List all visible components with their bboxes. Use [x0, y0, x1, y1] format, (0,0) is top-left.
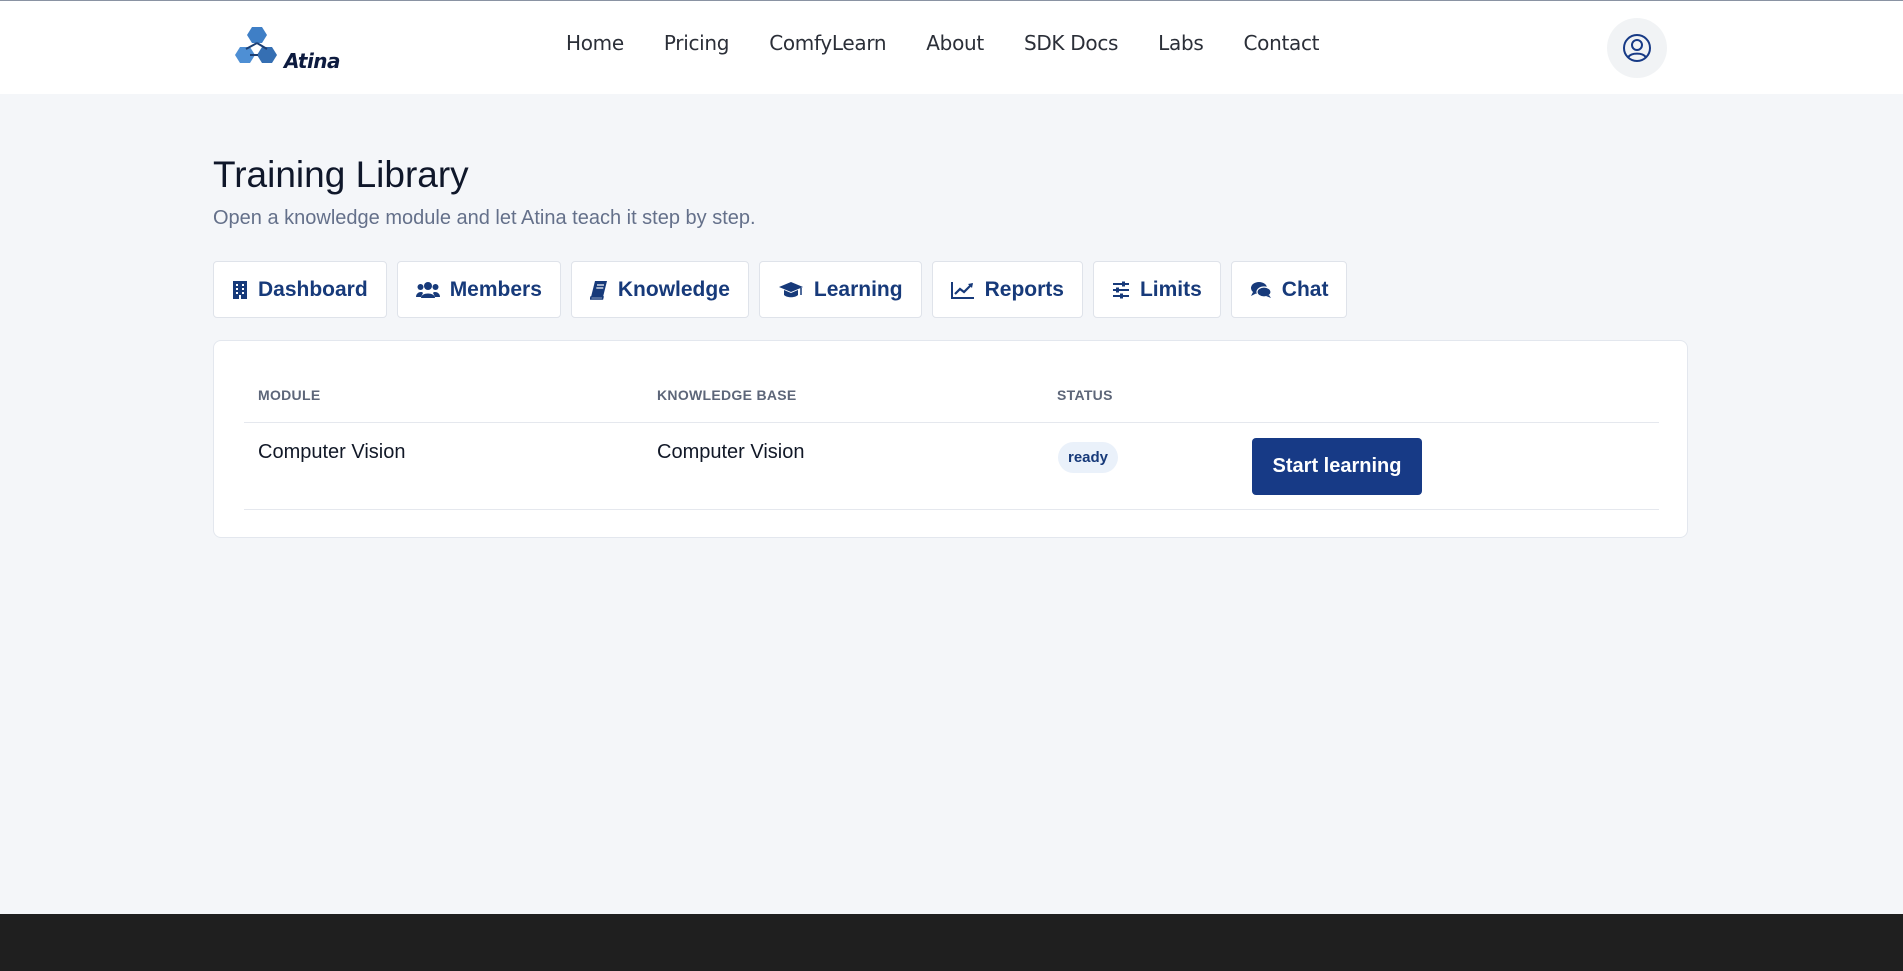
chat-bubbles-icon [1250, 281, 1272, 298]
tab-dashboard[interactable]: Dashboard [213, 261, 387, 318]
tab-members[interactable]: Members [396, 261, 561, 318]
tab-dashboard-label: Dashboard [258, 277, 368, 301]
main-nav: Home Pricing ComfyLearn About SDK Docs L… [566, 31, 1359, 55]
tab-members-label: Members [449, 277, 542, 301]
user-menu-button[interactable] [1607, 18, 1667, 78]
tab-learning[interactable]: Learning [758, 261, 922, 318]
cell-knowledge-base: Computer Vision [657, 441, 805, 463]
start-learning-button[interactable]: Start learning [1252, 438, 1422, 495]
top-navigation-bar: Atina Home Pricing ComfyLearn About SDK … [0, 0, 1903, 94]
tab-limits-label: Limits [1139, 277, 1202, 301]
logo-hexagons-icon [235, 27, 277, 63]
table-header: MODULE KNOWLEDGE BASE STATUS [244, 387, 1659, 423]
tab-chat-label: Chat [1281, 277, 1329, 301]
building-icon [233, 280, 247, 299]
line-chart-icon [950, 281, 974, 299]
nav-sdk-docs[interactable]: SDK Docs [1024, 31, 1119, 55]
users-icon [415, 281, 440, 298]
page-subtitle: Open a knowledge module and let Atina te… [213, 207, 756, 229]
page-footer [0, 914, 1903, 971]
nav-home[interactable]: Home [566, 31, 624, 55]
column-header-module: MODULE [258, 387, 321, 403]
page-title: Training Library [213, 154, 469, 195]
section-tabs: Dashboard Members Knowledge Learning Rep… [213, 261, 1348, 318]
book-icon [589, 280, 607, 300]
tab-limits[interactable]: Limits [1092, 261, 1221, 318]
nav-labs[interactable]: Labs [1158, 31, 1204, 55]
nav-about[interactable]: About [926, 31, 984, 55]
tab-learning-label: Learning [813, 277, 903, 301]
nav-comfylearn[interactable]: ComfyLearn [769, 31, 886, 55]
modules-table-card: MODULE KNOWLEDGE BASE STATUS Computer Vi… [213, 340, 1688, 538]
sliders-icon [1112, 281, 1129, 298]
nav-pricing[interactable]: Pricing [664, 31, 730, 55]
nav-contact[interactable]: Contact [1244, 31, 1320, 55]
logo-wordmark: Atina [284, 49, 341, 73]
column-header-knowledge-base: KNOWLEDGE BASE [657, 387, 797, 403]
tab-reports-label: Reports [984, 277, 1064, 301]
atina-logo[interactable]: Atina [232, 25, 344, 73]
user-circle-icon [1623, 34, 1651, 62]
tab-chat[interactable]: Chat [1230, 261, 1348, 318]
graduation-cap-icon [778, 281, 803, 297]
column-header-status: STATUS [1057, 387, 1113, 403]
table-row: Computer Vision Computer Vision ready St… [244, 423, 1659, 510]
tab-reports[interactable]: Reports [931, 261, 1083, 318]
tab-knowledge[interactable]: Knowledge [570, 261, 749, 318]
cell-module: Computer Vision [258, 441, 406, 463]
status-badge: ready [1058, 442, 1119, 473]
tab-knowledge-label: Knowledge [617, 277, 730, 301]
